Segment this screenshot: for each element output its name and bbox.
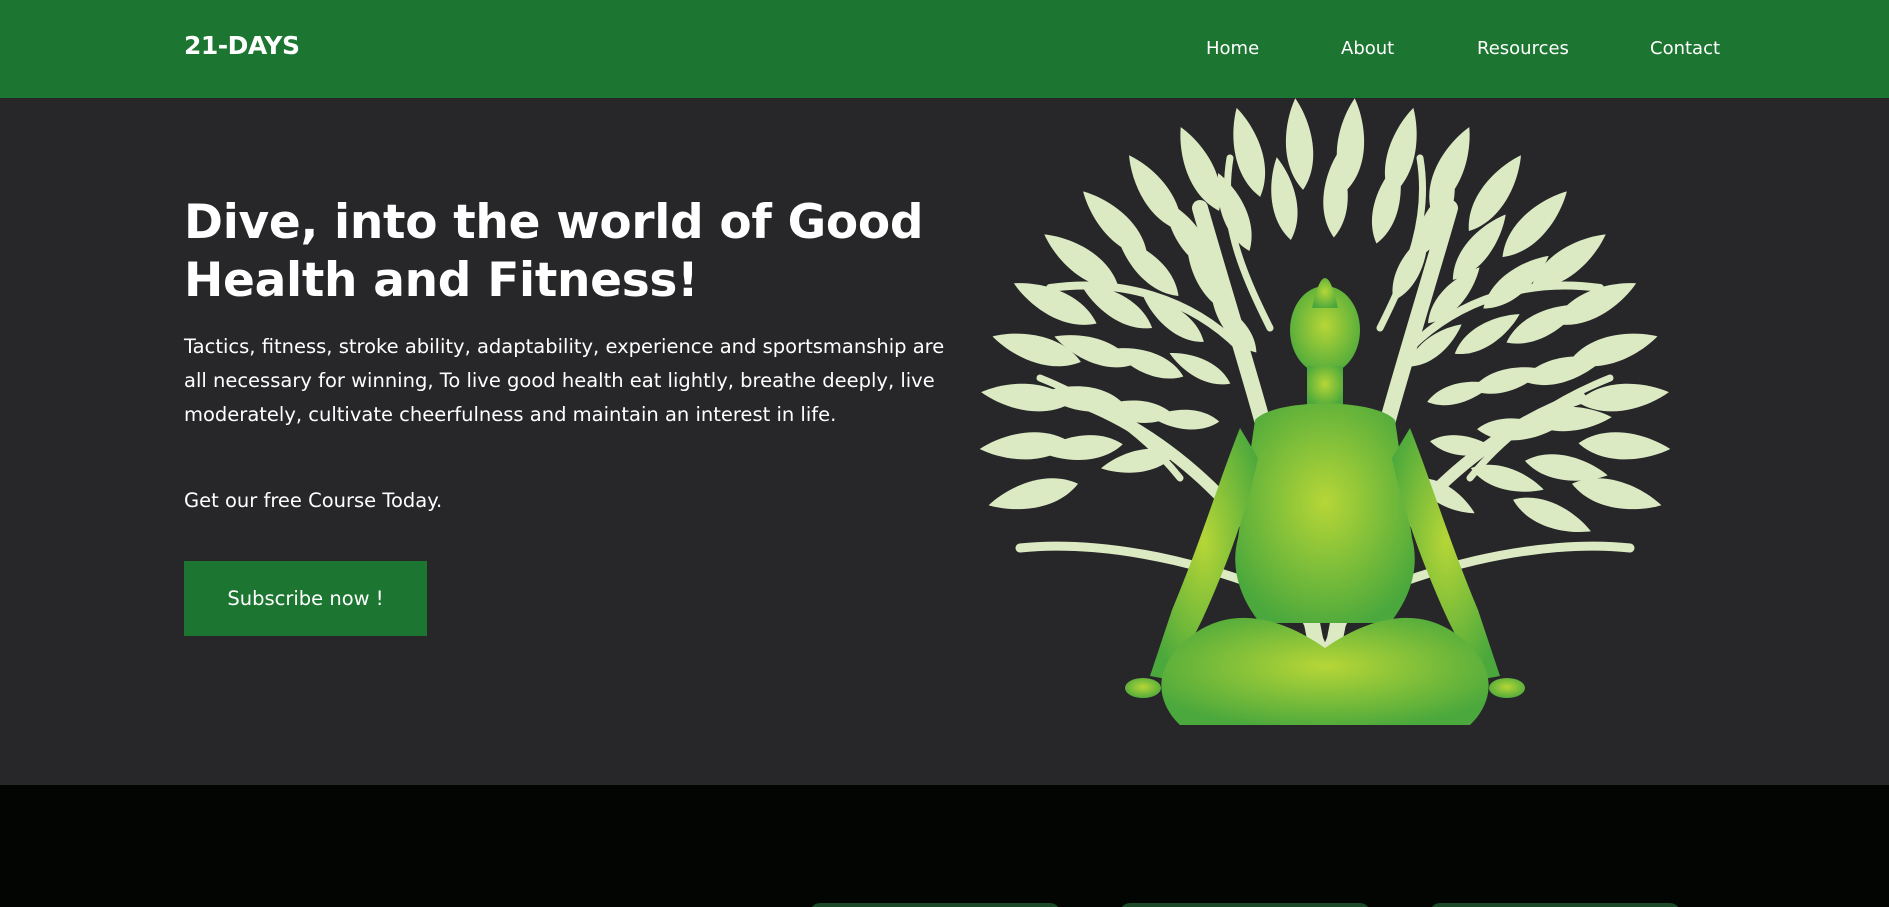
next-section-band bbox=[0, 785, 1889, 907]
nav-links: Home About Resources Contact bbox=[0, 38, 1889, 62]
card-top-edge bbox=[1430, 903, 1680, 907]
subscribe-button[interactable]: Subscribe now ! bbox=[184, 561, 427, 636]
leaf-shape bbox=[1513, 497, 1591, 532]
card-top-edge bbox=[1120, 903, 1370, 907]
nav-link-contact[interactable]: Contact bbox=[1650, 38, 1720, 59]
leaf-shape bbox=[1578, 432, 1671, 460]
nav-link-resources[interactable]: Resources bbox=[1477, 38, 1569, 59]
hero-section: Dive, into the world of Good Health and … bbox=[0, 98, 1889, 785]
meditating-figure-tree-icon bbox=[979, 98, 1671, 725]
leaf-shape bbox=[988, 478, 1079, 510]
nav-link-home[interactable]: Home bbox=[1206, 38, 1259, 59]
hero-title: Dive, into the world of Good Health and … bbox=[184, 195, 924, 308]
hero-description: Tactics, fitness, stroke ability, adapta… bbox=[184, 335, 945, 426]
nav-link-about[interactable]: About bbox=[1341, 38, 1394, 59]
hero-cta-text: Get our free Course Today. bbox=[184, 489, 443, 512]
card-top-edge bbox=[810, 903, 1060, 907]
navbar: 21-DAYS Home About Resources Contact bbox=[0, 0, 1889, 98]
